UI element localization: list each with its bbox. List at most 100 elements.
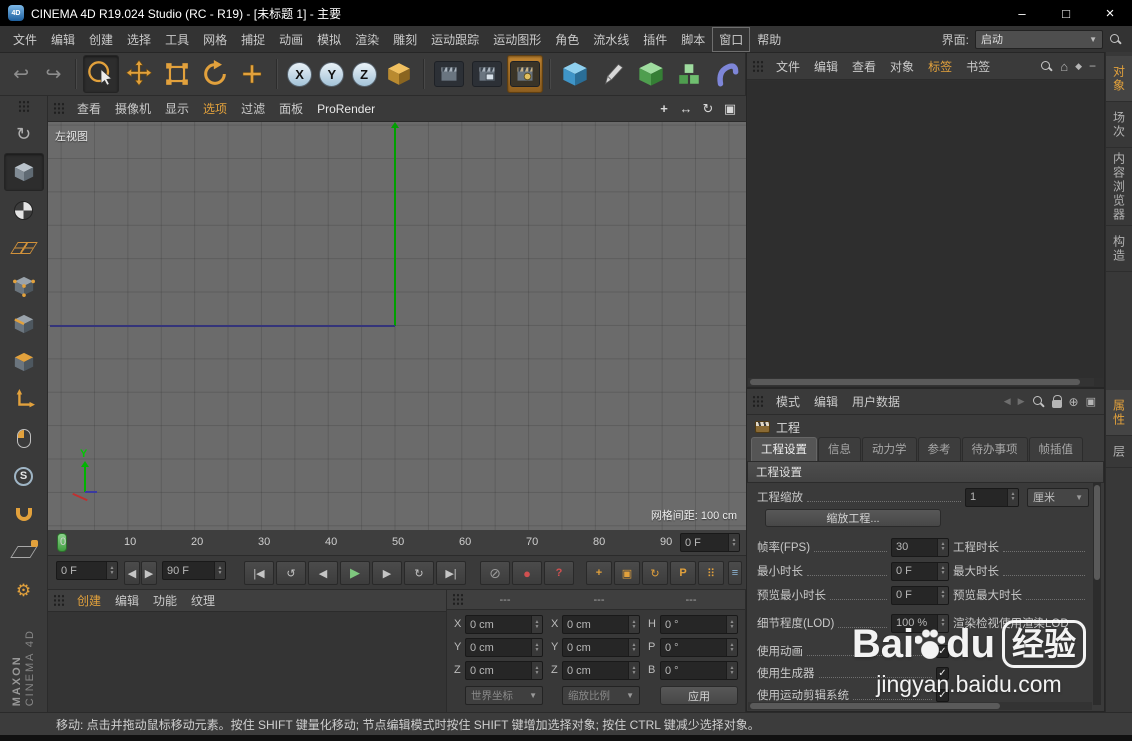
side-tab-takes[interactable]: 场次 (1106, 102, 1132, 148)
rotate-view-icon[interactable]: ↻ (700, 101, 716, 117)
pen-tool-button[interactable] (595, 55, 631, 93)
attribute-manager-grip[interactable] (752, 395, 764, 408)
am-tab-reference[interactable]: 参考 (917, 437, 961, 461)
menu-character[interactable]: 角色 (548, 27, 586, 52)
project-scale-unit-dropdown[interactable]: 厘米 ▼ (1027, 487, 1089, 507)
rotation-b-field[interactable]: 0 ° ▲ ▼ (660, 661, 738, 680)
menu-plugins[interactable]: 插件 (636, 27, 674, 52)
am-vertical-scrollbar[interactable] (1093, 483, 1101, 705)
goto-start-button[interactable]: |◀ (244, 561, 274, 585)
rotation-h-field[interactable]: 0 ° ▲ ▼ (660, 615, 738, 634)
material-list-area[interactable] (48, 612, 446, 711)
am-tab-todo[interactable]: 待办事项 (961, 437, 1028, 461)
min-time-field[interactable]: 0 F ▲ ▼ (891, 561, 949, 581)
position-y-field[interactable]: 0 cm ▲ ▼ (465, 638, 543, 657)
live-selection-button[interactable] (82, 55, 119, 93)
pan-view-icon[interactable]: + (656, 101, 672, 117)
rotate-tool-button[interactable] (197, 55, 233, 93)
record-keyframe-button[interactable]: ⊘ (480, 561, 510, 585)
command-search-icon[interactable] (1109, 33, 1122, 46)
use-generators-checkbox[interactable]: ✓ (936, 666, 949, 680)
position-z-field[interactable]: 0 cm ▲ ▼ (465, 661, 543, 680)
object-list-area[interactable] (748, 81, 1103, 378)
vp-menu-panel[interactable]: 面板 (272, 96, 310, 121)
project-settings-section-header[interactable]: 工程设置 (747, 461, 1104, 483)
menu-window[interactable]: 窗口 (712, 26, 751, 52)
am-history-back-icon[interactable]: ◀ (1004, 396, 1011, 407)
mm-menu-edit[interactable]: 编辑 (108, 588, 146, 613)
om-filter-icon[interactable]: ◆ (1075, 61, 1082, 72)
menu-pipeline[interactable]: 流水线 (586, 27, 636, 52)
om-menu-tags[interactable]: 标签 (921, 54, 959, 79)
redo-button[interactable]: ↪ (38, 55, 68, 93)
model-mode-button[interactable] (3, 153, 44, 191)
side-tab-layers[interactable]: 层 (1106, 436, 1132, 468)
edges-mode-button[interactable] (4, 305, 44, 343)
om-horizontal-scrollbar[interactable] (748, 378, 1094, 386)
position-x-field[interactable]: 0 cm ▲ ▼ (465, 615, 543, 634)
menu-motion-tracker[interactable]: 运动跟踪 (424, 27, 486, 52)
am-tab-info[interactable]: 信息 (818, 437, 861, 461)
menu-mograph[interactable]: 运动图形 (486, 27, 548, 52)
zoom-view-icon[interactable]: ↔ (678, 101, 694, 117)
menu-edit[interactable]: 编辑 (44, 27, 82, 52)
mm-menu-create[interactable]: 创建 (70, 588, 108, 613)
size-z-field[interactable]: 0 cm ▲ ▼ (562, 661, 640, 680)
spinner[interactable]: ▲ ▼ (106, 562, 117, 579)
interface-dropdown[interactable]: 启动 ▼ (975, 29, 1103, 49)
project-scale-field[interactable]: 1 ▲ ▼ (965, 487, 1019, 507)
deformer-button[interactable] (709, 55, 745, 93)
object-manager-grip[interactable] (752, 59, 764, 73)
vp-menu-options[interactable]: 选项 (196, 96, 234, 121)
lod-field[interactable]: 100 % ▲ ▼ (891, 613, 949, 633)
end-frame-field[interactable]: 90 F ▲ ▼ (162, 561, 226, 580)
menu-simulate[interactable]: 模拟 (310, 27, 348, 52)
quantize-settings-button[interactable]: ⚙ (4, 571, 44, 609)
side-tab-content-browser[interactable]: 内容浏览器 (1106, 148, 1132, 226)
current-frame-field[interactable]: 0 F ▲ ▼ (680, 533, 740, 552)
am-tab-project-settings[interactable]: 工程设置 (751, 437, 817, 461)
side-tab-attributes[interactable]: 属性 (1106, 390, 1132, 436)
close-button[interactable]: × (1088, 0, 1132, 26)
menu-help[interactable]: 帮助 (750, 27, 788, 52)
scale-mode-dropdown[interactable]: 缩放比例 ▼ (562, 686, 640, 705)
primitive-cube-button[interactable] (557, 55, 593, 93)
am-layout-icon[interactable]: ▣ (1086, 395, 1096, 408)
next-frame-button[interactable]: ▶ (372, 561, 402, 585)
render-to-pictureviewer-button[interactable] (469, 55, 505, 93)
points-mode-button[interactable] (4, 267, 44, 305)
play-backward-button[interactable]: ↺ (276, 561, 306, 585)
am-menu-mode[interactable]: 模式 (769, 389, 807, 414)
subdivision-surface-button[interactable] (633, 55, 669, 93)
sidebar-grip[interactable] (17, 100, 30, 113)
workplane-mode-button[interactable] (4, 229, 44, 267)
snap-settings-button[interactable]: S (4, 457, 44, 495)
texture-mode-button[interactable] (4, 191, 44, 229)
polygons-mode-button[interactable] (4, 343, 44, 381)
om-menu-file[interactable]: 文件 (769, 54, 807, 79)
menu-file[interactable]: 文件 (6, 27, 44, 52)
key-rotation-toggle[interactable]: ↻ (642, 561, 668, 585)
last-tool-button[interactable] (235, 55, 271, 93)
menu-snap[interactable]: 捕捉 (234, 27, 272, 52)
spinner[interactable]: ▲ ▼ (214, 562, 225, 579)
key-pla-toggle[interactable]: ⠿ (698, 561, 724, 585)
material-manager-grip[interactable] (53, 594, 65, 607)
om-minimize-icon[interactable]: − (1089, 59, 1096, 73)
autokeying-button[interactable]: ? (544, 561, 574, 585)
om-menu-view[interactable]: 查看 (845, 54, 883, 79)
maximize-button[interactable]: □ (1044, 0, 1088, 26)
side-tab-objects[interactable]: 对象 (1106, 56, 1132, 102)
step-forward-button[interactable]: ▶ (141, 561, 157, 585)
am-search-icon[interactable] (1032, 395, 1045, 408)
use-motion-system-checkbox[interactable]: ✓ (936, 688, 949, 702)
toggle-view-icon[interactable]: ▣ (722, 101, 738, 117)
goto-end-button[interactable]: ▶| (436, 561, 466, 585)
am-menu-edit[interactable]: 编辑 (807, 389, 845, 414)
side-tab-structure[interactable]: 构造 (1106, 226, 1132, 272)
viewport[interactable]: 左视图 Y 网格间距: 100 cm (48, 122, 746, 530)
magnet-snap-button[interactable] (4, 495, 44, 533)
om-menu-edit[interactable]: 编辑 (807, 54, 845, 79)
vp-menu-cameras[interactable]: 摄像机 (108, 96, 158, 121)
menu-create[interactable]: 创建 (82, 27, 120, 52)
